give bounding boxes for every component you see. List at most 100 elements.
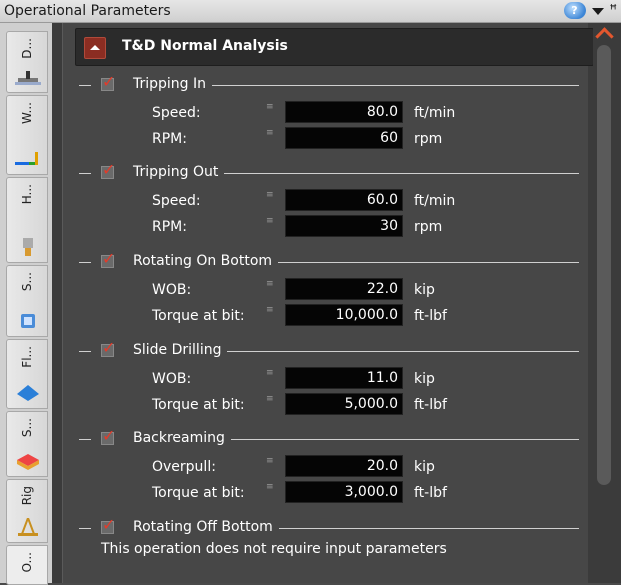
scroll-thumb[interactable]: [597, 45, 611, 485]
tripping-out-rpm-input[interactable]: 30: [285, 215, 403, 237]
tab-label: D...: [20, 38, 34, 59]
group-title: Rotating On Bottom: [133, 253, 279, 269]
backreaming-checkbox[interactable]: [101, 426, 115, 445]
group-rotating-off-bottom: Rotating Off Bottom: [79, 515, 579, 538]
tab-survey[interactable]: S...: [6, 411, 48, 477]
param-row: RPM: ≡ 60 rpm: [143, 127, 563, 151]
tab-hole-section[interactable]: H...: [6, 177, 48, 263]
tripping-in-checkbox[interactable]: [101, 72, 115, 91]
group-slide-drilling: Slide Drilling: [79, 338, 579, 361]
slide-drilling-torque-input[interactable]: 5,000.0: [285, 393, 403, 415]
rotating-on-bottom-torque-input[interactable]: 10,000.0: [285, 304, 403, 326]
grip-icon: ≡: [266, 394, 274, 404]
group-rotating-on-bottom: Rotating On Bottom: [79, 249, 579, 272]
param-row: Speed: ≡ 80.0 ft/min: [143, 101, 563, 125]
unit-label: kip: [414, 371, 435, 387]
no-input-note: This operation does not require input pa…: [101, 541, 447, 557]
unit-label: kip: [414, 282, 435, 298]
dropdown-icon[interactable]: [591, 8, 604, 15]
pin-icon[interactable]: ꟸ: [610, 2, 618, 19]
tab-label: Rig: [20, 486, 34, 506]
rotating-on-bottom-wob-input[interactable]: 22.0: [285, 278, 403, 300]
grip-icon: ≡: [266, 368, 274, 378]
tab-label: H...: [20, 184, 34, 205]
slide-drilling-checkbox[interactable]: [101, 338, 115, 357]
group-title: Slide Drilling: [133, 342, 228, 358]
unit-label: ft/min: [414, 193, 456, 209]
param-label: RPM:: [152, 219, 187, 235]
param-row: Torque at bit: ≡ 3,000.0 ft-lbf: [143, 481, 563, 505]
unit-label: ft-lbf: [414, 308, 447, 324]
title-bar: Operational Parameters ? ꟸ: [0, 0, 621, 23]
param-label: Torque at bit:: [152, 485, 245, 501]
param-label: Torque at bit:: [152, 397, 245, 413]
vertical-scrollbar[interactable]: [593, 23, 615, 583]
param-row: Speed: ≡ 60.0 ft/min: [143, 189, 563, 213]
group-tripping-out: Tripping Out: [79, 160, 579, 183]
tripping-out-speed-input[interactable]: 60.0: [285, 189, 403, 211]
tab-rig[interactable]: Rig: [6, 479, 48, 543]
title-bar-icons: ? ꟸ: [563, 2, 618, 19]
grip-icon: ≡: [266, 216, 274, 226]
param-label: Torque at bit:: [152, 308, 245, 324]
param-row: Torque at bit: ≡ 5,000.0 ft-lbf: [143, 393, 563, 417]
group-title: Tripping Out: [133, 164, 225, 180]
param-label: Speed:: [152, 193, 201, 209]
fluid-icon: [17, 385, 39, 401]
tab-drilling[interactable]: D...: [6, 31, 48, 93]
param-row: Torque at bit: ≡ 10,000.0 ft-lbf: [143, 304, 563, 328]
operational-parameters-panel: T&D Normal Analysis Tripping In Speed: ≡…: [52, 23, 621, 583]
hole-section-icon: [23, 238, 33, 256]
drilling-icon: [15, 71, 41, 85]
tripping-out-checkbox[interactable]: [101, 160, 115, 179]
rotating-off-bottom-checkbox[interactable]: [101, 515, 115, 534]
tripping-in-rpm-input[interactable]: 60: [285, 127, 403, 149]
param-label: WOB:: [152, 282, 192, 298]
grip-icon: ≡: [266, 482, 274, 492]
group-title: Rotating Off Bottom: [133, 519, 279, 535]
grip-icon: ≡: [266, 279, 274, 289]
group-title: Backreaming: [133, 430, 231, 446]
survey-icon: [17, 454, 39, 470]
panel-content: T&D Normal Analysis Tripping In Speed: ≡…: [62, 23, 594, 583]
backreaming-torque-input[interactable]: 3,000.0: [285, 481, 403, 503]
tab-label: W...: [20, 102, 34, 124]
grip-icon: ≡: [266, 305, 274, 315]
tab-label: S...: [20, 272, 34, 292]
unit-label: ft-lbf: [414, 397, 447, 413]
section-header: T&D Normal Analysis: [75, 28, 594, 66]
unit-label: ft/min: [414, 105, 456, 121]
param-label: Overpull:: [152, 459, 216, 475]
tripping-in-speed-input[interactable]: 80.0: [285, 101, 403, 123]
string-icon: [21, 314, 35, 328]
window-title: Operational Parameters: [4, 3, 171, 19]
tab-operational[interactable]: O...: [6, 545, 48, 585]
grip-icon: ≡: [266, 456, 274, 466]
param-label: WOB:: [152, 371, 192, 387]
rig-icon: [18, 518, 38, 536]
tab-label: Fl...: [20, 346, 34, 368]
param-row: Overpull: ≡ 20.0 kip: [143, 455, 563, 479]
param-row: WOB: ≡ 11.0 kip: [143, 367, 563, 391]
unit-label: ft-lbf: [414, 485, 447, 501]
rotating-on-bottom-checkbox[interactable]: [101, 249, 115, 268]
tab-fluid[interactable]: Fl...: [6, 339, 48, 409]
group-backreaming: Backreaming: [79, 426, 579, 449]
grip-icon: ≡: [266, 102, 274, 112]
unit-label: kip: [414, 459, 435, 475]
tab-label: O...: [20, 552, 34, 573]
tab-string[interactable]: S...: [6, 265, 48, 337]
group-title: Tripping In: [133, 76, 213, 92]
group-tripping-in: Tripping In: [79, 72, 579, 95]
scroll-up-icon[interactable]: [596, 27, 612, 41]
param-label: RPM:: [152, 131, 187, 147]
backreaming-overpull-input[interactable]: 20.0: [285, 455, 403, 477]
help-icon[interactable]: ?: [563, 2, 586, 19]
slide-drilling-wob-input[interactable]: 11.0: [285, 367, 403, 389]
collapse-button[interactable]: [84, 37, 106, 59]
panel-title: T&D Normal Analysis: [122, 38, 288, 54]
unit-label: rpm: [414, 219, 443, 235]
grip-icon: ≡: [266, 128, 274, 138]
unit-label: rpm: [414, 131, 443, 147]
tab-wellbore[interactable]: W...: [6, 95, 48, 175]
